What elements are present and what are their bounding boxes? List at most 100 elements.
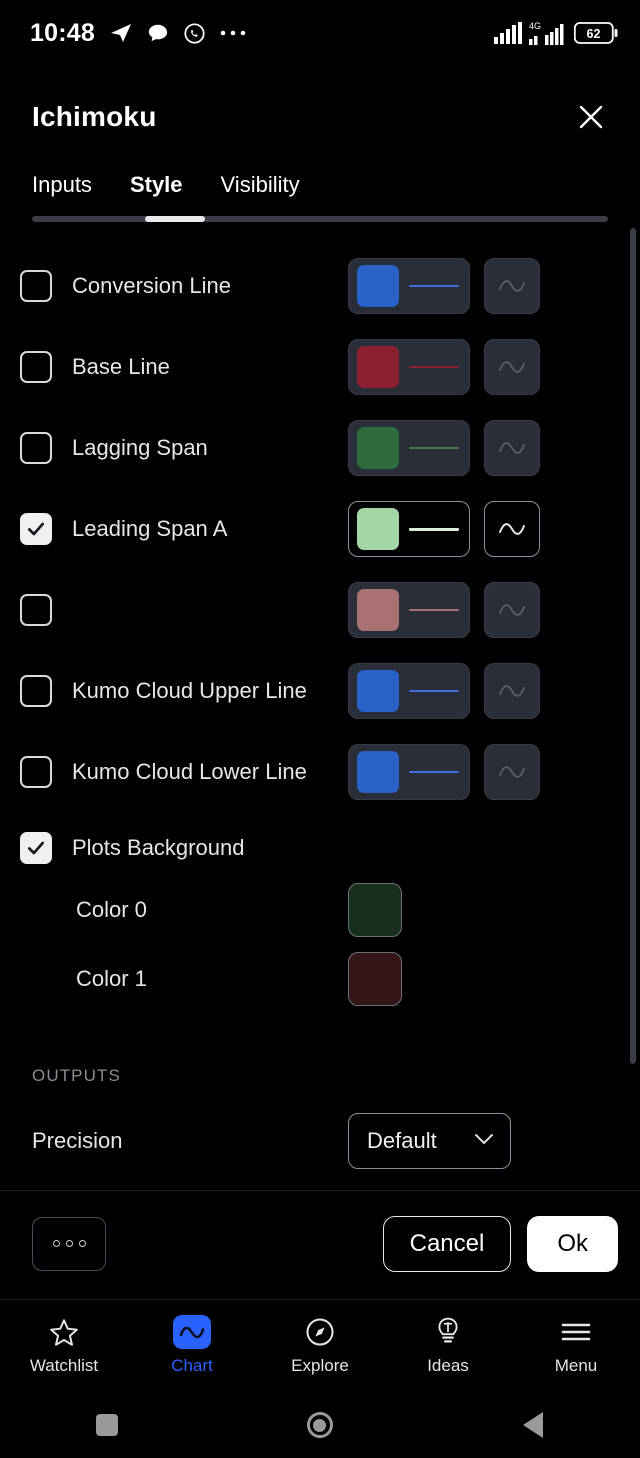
action-bar: Cancel Ok <box>0 1191 640 1296</box>
line-style-button[interactable] <box>484 663 540 719</box>
telegram-icon <box>109 21 133 45</box>
style-row-controls <box>348 579 540 641</box>
style-row-kumo-upper[interactable]: Kumo Cloud Upper Line <box>0 660 640 722</box>
checkbox-box <box>20 756 52 788</box>
settings-scroll-area[interactable]: Conversion Line Base Line Lagging Span L… <box>0 228 640 1180</box>
style-row-base-line[interactable]: Base Line <box>0 336 640 398</box>
style-row-conversion-line[interactable]: Conversion Line <box>0 255 640 317</box>
battery-icon: 62 <box>574 22 618 44</box>
plots-background-color-1-row[interactable]: Color 1 <box>0 948 640 1010</box>
checkbox-base-line[interactable] <box>0 351 72 383</box>
more-options-button[interactable] <box>32 1216 106 1271</box>
checkbox-leading-span-a[interactable] <box>0 513 72 545</box>
plot-color-swatch-button[interactable] <box>348 952 402 1006</box>
line-preview <box>409 771 459 773</box>
nav-item-watchlist[interactable]: Watchlist <box>9 1316 119 1376</box>
color-chip <box>357 265 399 307</box>
chevron-down-icon <box>474 1132 494 1150</box>
checkbox-plots-background[interactable] <box>0 832 72 864</box>
style-row-kumo-lower[interactable]: Kumo Cloud Lower Line <box>0 741 640 803</box>
precision-select[interactable]: Default <box>348 1113 511 1169</box>
plot-color-label: Color 1 <box>76 966 147 991</box>
style-row-leading-span-a[interactable]: Leading Span A <box>0 498 640 560</box>
nav-label: Chart <box>171 1356 213 1375</box>
line-style-button[interactable] <box>484 420 540 476</box>
bottom-navigation: Watchlist Chart Explore Ideas Menu <box>0 1300 640 1392</box>
style-row-leading-span-b[interactable] <box>0 579 640 641</box>
color-swatch-button[interactable] <box>348 501 470 557</box>
color-swatch-button[interactable] <box>348 420 470 476</box>
checkbox-leading-span-b[interactable] <box>0 594 72 626</box>
tab-visibility[interactable]: Visibility <box>221 172 300 212</box>
status-bar: 10:48 4G 62 <box>0 0 640 66</box>
line-style-button[interactable] <box>484 339 540 395</box>
line-style-button[interactable] <box>484 501 540 557</box>
checkbox-conversion-line[interactable] <box>0 270 72 302</box>
line-style-button[interactable] <box>484 258 540 314</box>
overflow-dots-icon <box>220 29 246 37</box>
style-row-label: Plots Background <box>72 835 245 860</box>
tab-style[interactable]: Style <box>130 172 183 212</box>
nav-item-ideas[interactable]: Ideas <box>393 1316 503 1376</box>
plot-color-label: Color 0 <box>76 897 147 922</box>
plot-color-swatch-button[interactable] <box>348 883 402 937</box>
tab-inputs[interactable]: Inputs <box>32 172 92 212</box>
line-style-button[interactable] <box>484 582 540 638</box>
recents-square-icon[interactable] <box>47 1392 167 1458</box>
home-circle-icon[interactable] <box>260 1392 380 1458</box>
lightbulb-icon <box>429 1316 467 1348</box>
network-type-label: 4G <box>529 21 567 45</box>
color-chip <box>357 670 399 712</box>
chart-active-chip <box>173 1315 211 1349</box>
checkbox-kumo-lower[interactable] <box>0 756 72 788</box>
checkbox-box <box>20 270 52 302</box>
color-swatch-button[interactable] <box>348 663 470 719</box>
nav-label: Explore <box>291 1356 349 1375</box>
style-row-plots-background[interactable]: Plots Background <box>0 817 640 879</box>
dialog-title: Ichimoku <box>32 101 157 132</box>
dot-icon <box>65 1240 73 1247</box>
ok-button[interactable]: Ok <box>527 1215 618 1272</box>
dot-icon <box>52 1240 60 1247</box>
color-chip <box>357 427 399 469</box>
back-triangle-icon[interactable] <box>473 1392 593 1458</box>
line-preview <box>409 285 459 287</box>
checkbox-box <box>20 832 52 864</box>
color-swatch-button[interactable] <box>348 339 470 395</box>
line-preview <box>409 690 459 692</box>
whatsapp-icon <box>183 22 206 45</box>
checkbox-box <box>20 513 52 545</box>
cancel-button[interactable]: Cancel <box>382 1215 512 1272</box>
precision-row: Precision Default <box>0 1110 640 1172</box>
nav-label: Ideas <box>427 1356 469 1375</box>
nav-label: Menu <box>554 1356 598 1375</box>
color-chip <box>357 346 399 388</box>
style-row-controls <box>348 741 540 803</box>
checkbox-box <box>20 432 52 464</box>
nav-item-menu[interactable]: Menu <box>521 1316 631 1376</box>
line-preview <box>409 527 459 531</box>
style-row-controls <box>348 498 540 560</box>
style-row-controls <box>348 660 540 722</box>
nav-item-explore[interactable]: Explore <box>265 1316 375 1376</box>
color-swatch-button[interactable] <box>348 582 470 638</box>
hamburger-icon <box>557 1316 595 1348</box>
color-swatch-button[interactable] <box>348 744 470 800</box>
line-style-button[interactable] <box>484 744 540 800</box>
battery-level-text: 62 <box>587 27 601 41</box>
line-preview <box>409 609 459 611</box>
checkbox-box <box>20 351 52 383</box>
plots-background-color-0-row[interactable]: Color 0 <box>0 879 640 941</box>
nav-item-chart[interactable]: Chart <box>137 1315 247 1376</box>
line-preview <box>409 447 459 449</box>
checkbox-kumo-upper[interactable] <box>0 675 72 707</box>
style-row-lagging-span[interactable]: Lagging Span <box>0 417 640 479</box>
close-icon[interactable] <box>570 96 612 138</box>
checkbox-lagging-span[interactable] <box>0 432 72 464</box>
chat-bubble-icon <box>147 22 169 44</box>
dialog-header: Ichimoku <box>0 86 640 148</box>
checkbox-box <box>20 594 52 626</box>
color-swatch-button[interactable] <box>348 258 470 314</box>
tab-indicator <box>145 216 205 222</box>
style-row-controls <box>348 417 540 479</box>
